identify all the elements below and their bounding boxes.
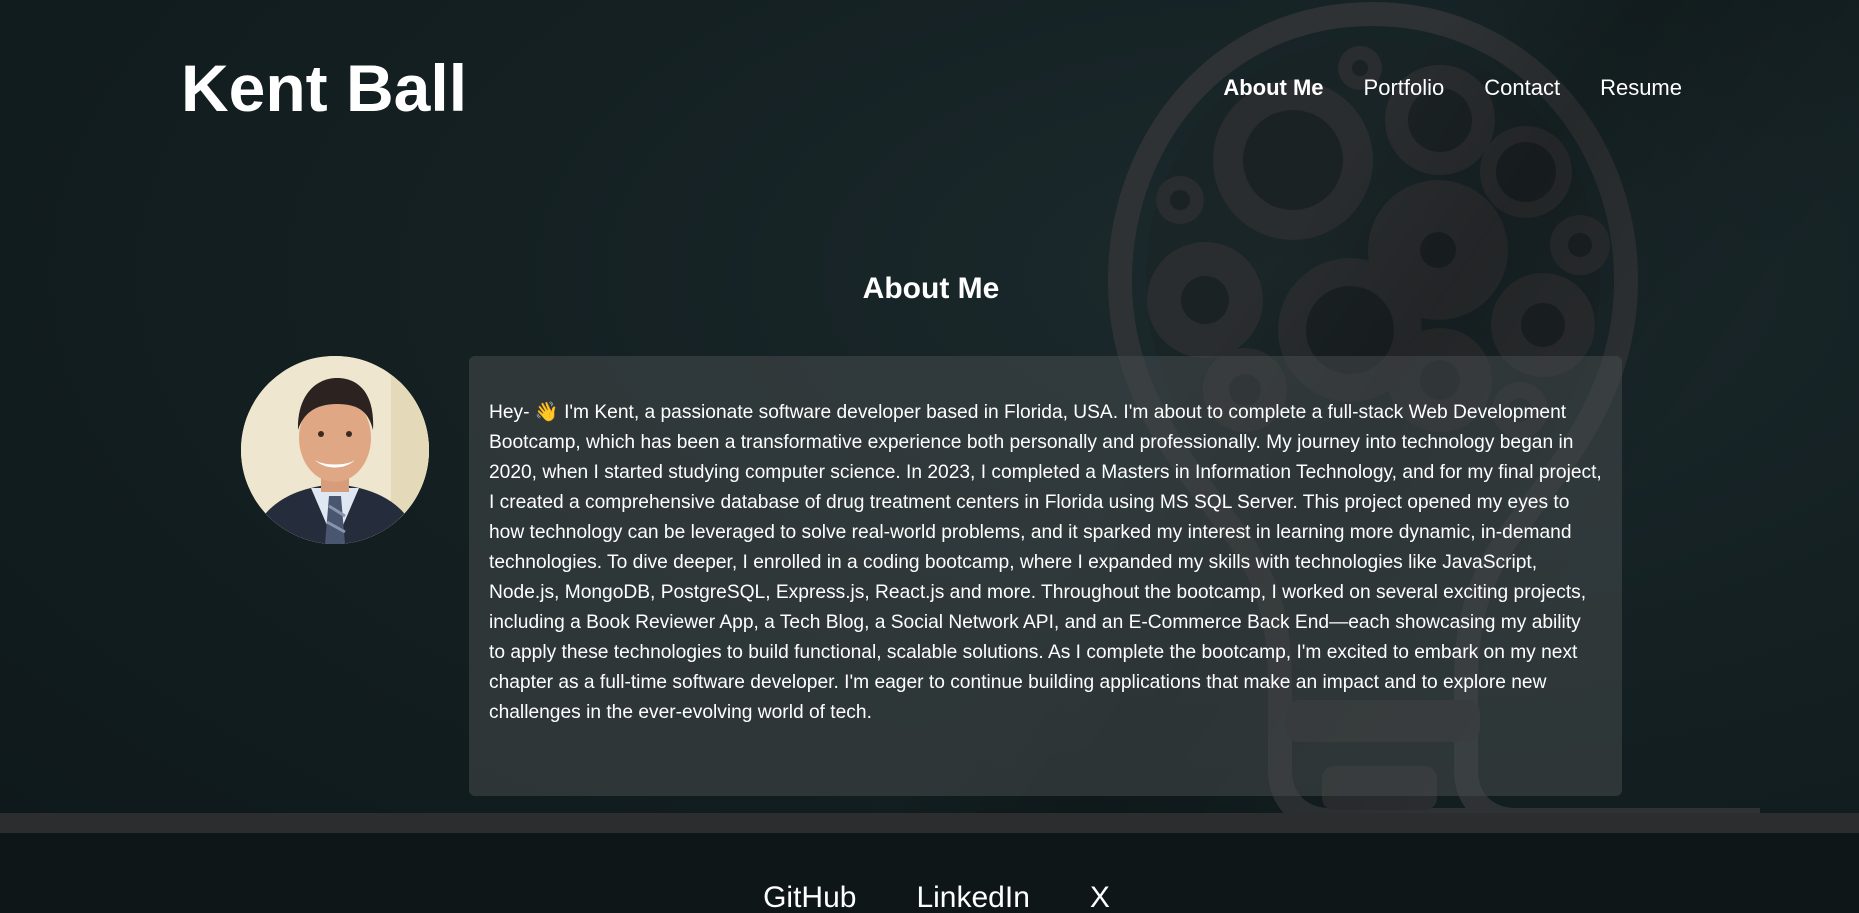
nav-item-contact[interactable]: Contact [1484, 74, 1560, 102]
site-header: Kent Ball About Me Portfolio Contact Res… [0, 0, 1859, 170]
site-title: Kent Ball [181, 51, 468, 125]
nav-item-portfolio[interactable]: Portfolio [1364, 74, 1445, 102]
bio-text: Hey- 👋 I'm Kent, a passionate software d… [489, 402, 1602, 723]
site-footer: GitHub LinkedIn X [0, 878, 1859, 913]
bio-card: Hey- 👋 I'm Kent, a passionate software d… [469, 356, 1622, 796]
avatar [241, 356, 429, 544]
footer-link-github[interactable]: GitHub [763, 878, 856, 913]
profile-photo-icon [241, 356, 429, 544]
footer-link-linkedin[interactable]: LinkedIn [916, 878, 1029, 913]
about-heading: About Me [862, 272, 1000, 305]
footer-link-x[interactable]: X [1090, 878, 1110, 913]
main-nav: About Me Portfolio Contact Resume [1223, 74, 1682, 102]
nav-item-resume[interactable]: Resume [1600, 74, 1682, 102]
floor-divider [0, 813, 1859, 833]
nav-item-about-me[interactable]: About Me [1223, 74, 1323, 102]
page: Kent Ball About Me Portfolio Contact Res… [0, 0, 1859, 913]
